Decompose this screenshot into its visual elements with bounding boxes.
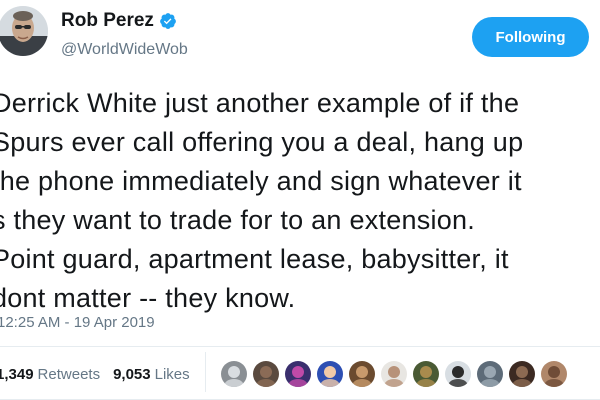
tweet-line: dont matter -- they know. [0,283,296,313]
user-photo-icon [349,361,375,387]
display-name-text: Rob Perez [61,10,154,31]
tweet-line: the phone immediately and sign whatever … [0,166,522,196]
liker-avatar-8[interactable] [444,360,472,388]
stats-separator [205,352,206,392]
liker-avatar-6[interactable] [380,360,408,388]
user-photo-icon [285,361,311,387]
tweet-line: Spurs ever call offering you a deal, han… [0,127,524,157]
profile-photo-icon [0,6,48,56]
retweets-label: Retweets [37,366,101,383]
likes-stat[interactable]: 9,053 Likes [113,366,190,383]
author-display-name[interactable]: Rob Perez [61,10,177,32]
liker-avatar-2[interactable] [252,360,280,388]
user-photo-icon [477,361,503,387]
liker-avatar-3[interactable] [284,360,312,388]
liker-avatar-11[interactable] [540,360,568,388]
liker-avatar-10[interactable] [508,360,536,388]
user-photo-icon [509,361,535,387]
tweet-line: Point guard, apartment lease, babysitter… [0,244,509,274]
tweet-line: s they want to trade for to an extension… [0,205,476,235]
tweet-timestamp[interactable]: 12:25 AM - 19 Apr 2019 [0,314,155,331]
user-photo-icon [541,361,567,387]
liker-avatar-7[interactable] [412,360,440,388]
user-photo-icon [317,361,343,387]
tweet-stats: 1,349 Retweets 9,053 Likes [0,366,203,383]
user-photo-icon [253,361,279,387]
following-button[interactable]: Following [472,17,589,57]
likes-count: 9,053 [113,366,151,383]
user-photo-icon [221,361,247,387]
retweets-stat[interactable]: 1,349 Retweets [0,366,100,383]
liker-avatar-1[interactable] [220,360,248,388]
liker-avatar-4[interactable] [316,360,344,388]
likes-label: Likes [154,366,190,383]
tweet-line: Derrick White just another example of if… [0,88,520,118]
tweet-text: Derrick White just another example of if… [0,84,600,318]
verified-badge-icon [160,13,176,29]
liker-avatar-9[interactable] [476,360,504,388]
user-photo-icon [413,361,439,387]
author-avatar[interactable] [0,6,48,56]
stats-divider-top [0,346,600,347]
liker-avatar-5[interactable] [348,360,376,388]
user-photo-icon [381,361,407,387]
author-handle[interactable]: @WorldWideWob [61,41,188,59]
user-photo-icon [445,361,471,387]
retweets-count: 1,349 [0,366,34,383]
liker-avatars [220,360,572,388]
